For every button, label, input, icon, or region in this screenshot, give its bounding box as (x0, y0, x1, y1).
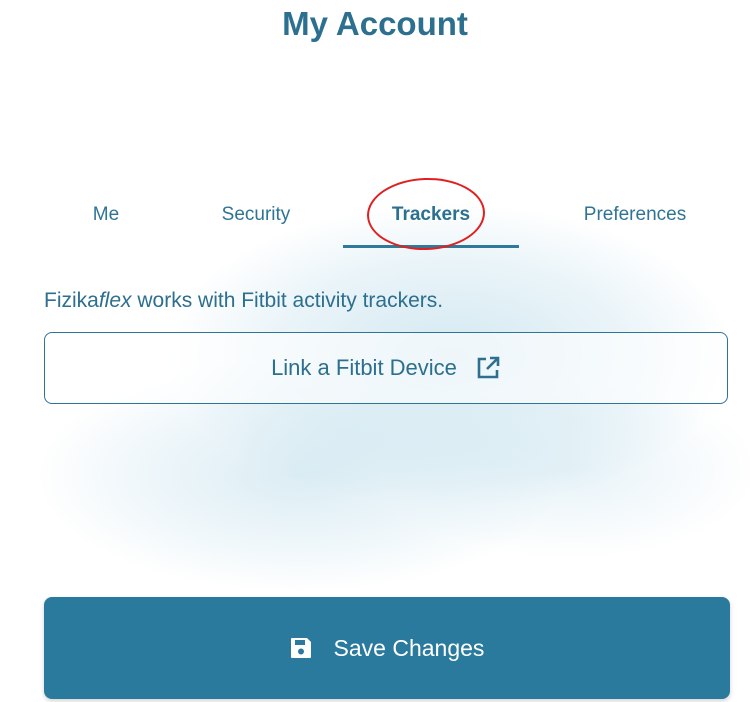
link-fitbit-device-button[interactable]: Link a Fitbit Device (44, 332, 728, 404)
page-title: My Account (282, 5, 468, 42)
brand-name-prefix: Fizika (44, 289, 99, 312)
tab-security[interactable]: Security (186, 200, 326, 248)
floppy-disk-icon (290, 637, 312, 659)
tab-preferences[interactable]: Preferences (540, 200, 730, 248)
background-watercolor-wash (380, 380, 750, 560)
link-button-label: Link a Fitbit Device (271, 355, 457, 380)
trackers-description: Fizikaflex works with Fitbit activity tr… (44, 286, 443, 316)
tab-me[interactable]: Me (60, 200, 152, 248)
external-link-icon (475, 355, 501, 381)
brand-name-suffix: flex (98, 289, 132, 312)
save-changes-label: Save Changes (333, 634, 485, 661)
description-text: works with Fitbit activity trackers. (131, 289, 444, 312)
save-changes-button[interactable]: Save Changes (44, 597, 730, 699)
